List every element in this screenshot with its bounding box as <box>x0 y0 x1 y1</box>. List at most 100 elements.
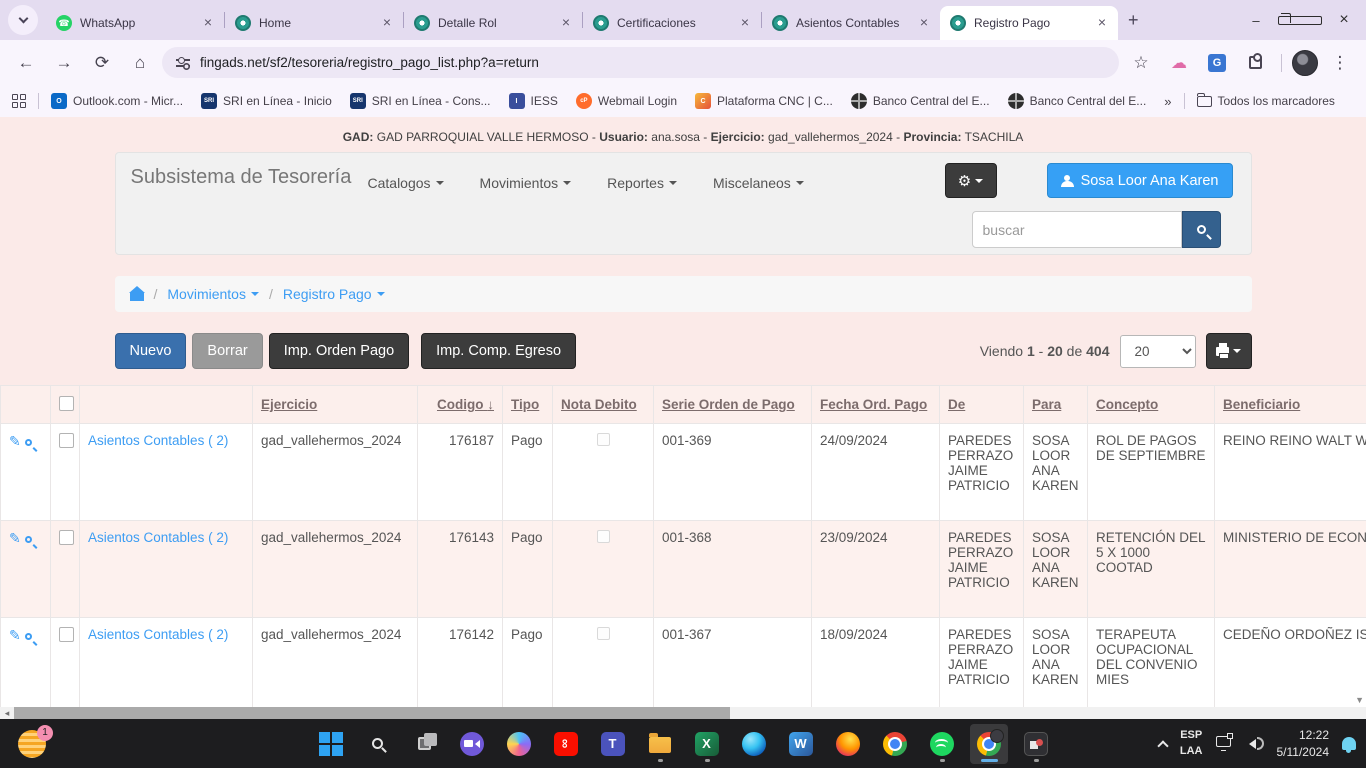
row-checkbox[interactable] <box>59 530 74 545</box>
tab-asientos-contables[interactable]: Asientos Contables × <box>762 6 940 40</box>
volume-icon[interactable] <box>1244 737 1264 750</box>
profile-avatar[interactable] <box>1292 50 1318 76</box>
edit-icon[interactable]: ✎ <box>9 433 21 449</box>
reload-button[interactable]: ⟳ <box>86 47 118 79</box>
tab-close-icon[interactable]: × <box>200 15 216 31</box>
acrobat-button[interactable]: ∞ <box>547 724 585 764</box>
select-all-checkbox[interactable] <box>59 396 74 411</box>
file-explorer-button[interactable] <box>641 724 679 764</box>
bookmark-iess[interactable]: IIESS <box>509 93 558 109</box>
scrollbar-thumb[interactable] <box>14 707 730 719</box>
tray-overflow-chevron-icon[interactable] <box>1157 740 1168 751</box>
bookmark-star-button[interactable]: ☆ <box>1125 47 1157 79</box>
header-codigo[interactable]: Codigo ↓ <box>418 386 503 424</box>
search-input[interactable] <box>972 211 1182 248</box>
user-account-button[interactable]: Sosa Loor Ana Karen <box>1047 163 1233 198</box>
menu-miscelaneos[interactable]: Miscelaneos <box>713 175 804 191</box>
network-icon[interactable] <box>1216 736 1231 747</box>
window-close-button[interactable]: × <box>1322 11 1366 29</box>
media-app-button[interactable] <box>1017 724 1055 764</box>
forward-button[interactable]: → <box>48 47 80 79</box>
header-fecha-ord-pago[interactable]: Fecha Ord. Pago <box>812 386 940 424</box>
bookmark-banco-central-1[interactable]: Banco Central del E... <box>851 93 990 109</box>
bookmark-outlook[interactable]: OOutlook.com - Micr... <box>51 93 183 109</box>
bookmark-plataforma-cnc[interactable]: CPlataforma CNC | C... <box>695 93 833 109</box>
teams-button[interactable]: T <box>594 724 632 764</box>
nuevo-button[interactable]: Nuevo <box>115 333 187 369</box>
header-concepto[interactable]: Concepto <box>1088 386 1215 424</box>
header-beneficiario[interactable]: Beneficiario <box>1215 386 1366 424</box>
row-checkbox[interactable] <box>59 433 74 448</box>
header-para[interactable]: Para <box>1024 386 1088 424</box>
imp-orden-pago-button[interactable]: Imp. Orden Pago <box>269 333 409 369</box>
url-text[interactable]: fingads.net/sf2/tesoreria/registro_pago_… <box>200 55 539 70</box>
tab-close-icon[interactable]: × <box>558 15 574 31</box>
print-dropdown-button[interactable] <box>1206 333 1252 369</box>
breadcrumb-registro-pago[interactable]: Registro Pago <box>283 286 385 302</box>
new-tab-button[interactable]: + <box>1128 10 1139 31</box>
edit-icon[interactable]: ✎ <box>9 530 21 546</box>
menu-reportes[interactable]: Reportes <box>607 175 677 191</box>
chrome-button[interactable] <box>876 724 914 764</box>
menu-movimientos[interactable]: Movimientos <box>480 175 572 191</box>
extension-cloud-icon[interactable]: ☁ <box>1163 47 1195 79</box>
tab-registro-pago-active[interactable]: Registro Pago × <box>940 6 1118 40</box>
tab-close-icon[interactable]: × <box>1094 15 1110 31</box>
view-icon[interactable] <box>25 536 32 543</box>
tab-whatsapp[interactable]: ☎ WhatsApp × <box>46 6 224 40</box>
asientos-contables-link[interactable]: Asientos Contables ( 2) <box>88 627 228 642</box>
search-button[interactable] <box>1182 211 1221 248</box>
task-view-button[interactable] <box>406 724 444 764</box>
bookmarks-overflow-button[interactable]: » <box>1164 94 1171 109</box>
notifications-bell-icon[interactable] <box>1342 737 1356 750</box>
vertical-scrollbar-down-arrow[interactable]: ▼ <box>1355 695 1364 705</box>
header-tipo[interactable]: Tipo <box>503 386 553 424</box>
scroll-left-arrow[interactable]: ◂ <box>0 707 14 719</box>
tab-close-icon[interactable]: × <box>737 15 753 31</box>
word-button[interactable]: W <box>782 724 820 764</box>
menu-catalogos[interactable]: Catalogos <box>368 175 444 191</box>
browser-menu-button[interactable]: ⋮ <box>1324 47 1356 79</box>
spotify-button[interactable] <box>923 724 961 764</box>
asientos-contables-link[interactable]: Asientos Contables ( 2) <box>88 530 228 545</box>
home-icon[interactable] <box>130 293 144 301</box>
meet-app-button[interactable] <box>453 724 491 764</box>
borrar-button[interactable]: Borrar <box>192 333 262 369</box>
chrome-active-button[interactable] <box>970 724 1008 764</box>
tab-close-icon[interactable]: × <box>916 15 932 31</box>
browser-home-button[interactable]: ⌂ <box>124 47 156 79</box>
view-icon[interactable] <box>25 633 32 640</box>
clock[interactable]: 12:225/11/2024 <box>1277 727 1330 761</box>
address-bar[interactable]: fingads.net/sf2/tesoreria/registro_pago_… <box>162 47 1119 78</box>
horizontal-scrollbar[interactable]: ◂ <box>0 707 1366 719</box>
header-serie-orden-pago[interactable]: Serie Orden de Pago <box>654 386 812 424</box>
copilot-button[interactable] <box>500 724 538 764</box>
back-button[interactable]: ← <box>10 47 42 79</box>
bookmark-sri-inicio[interactable]: SRISRI en Línea - Inicio <box>201 93 332 109</box>
firefox-button[interactable] <box>829 724 867 764</box>
header-de[interactable]: De <box>940 386 1024 424</box>
window-minimize-button[interactable]: – <box>1234 13 1278 28</box>
all-bookmarks-button[interactable]: Todos los marcadores <box>1197 94 1335 108</box>
breadcrumb-movimientos[interactable]: Movimientos <box>167 286 259 302</box>
bookmark-webmail[interactable]: cPWebmail Login <box>576 93 677 109</box>
tab-close-icon[interactable]: × <box>379 15 395 31</box>
view-icon[interactable] <box>25 439 32 446</box>
translate-extension-icon[interactable]: G <box>1201 47 1233 79</box>
edit-icon[interactable]: ✎ <box>9 627 21 643</box>
tab-home[interactable]: Home × <box>225 6 403 40</box>
page-size-select[interactable]: 20 <box>1120 335 1196 368</box>
tab-detalle-rol[interactable]: Detalle Rol × <box>404 6 582 40</box>
row-checkbox[interactable] <box>59 627 74 642</box>
widgets-weather-icon[interactable]: 1 <box>18 730 46 758</box>
edge-button[interactable] <box>735 724 773 764</box>
window-restore-button[interactable] <box>1278 13 1322 28</box>
header-ejercicio[interactable]: Ejercicio <box>253 386 418 424</box>
header-nota-debito[interactable]: Nota Debito <box>553 386 654 424</box>
bookmark-banco-central-2[interactable]: Banco Central del E... <box>1008 93 1147 109</box>
extensions-puzzle-icon[interactable] <box>1239 47 1271 79</box>
excel-button[interactable]: X <box>688 724 726 764</box>
tab-certificaciones[interactable]: Certificaciones × <box>583 6 761 40</box>
apps-grid-icon[interactable] <box>12 94 26 108</box>
start-button[interactable] <box>312 724 350 764</box>
